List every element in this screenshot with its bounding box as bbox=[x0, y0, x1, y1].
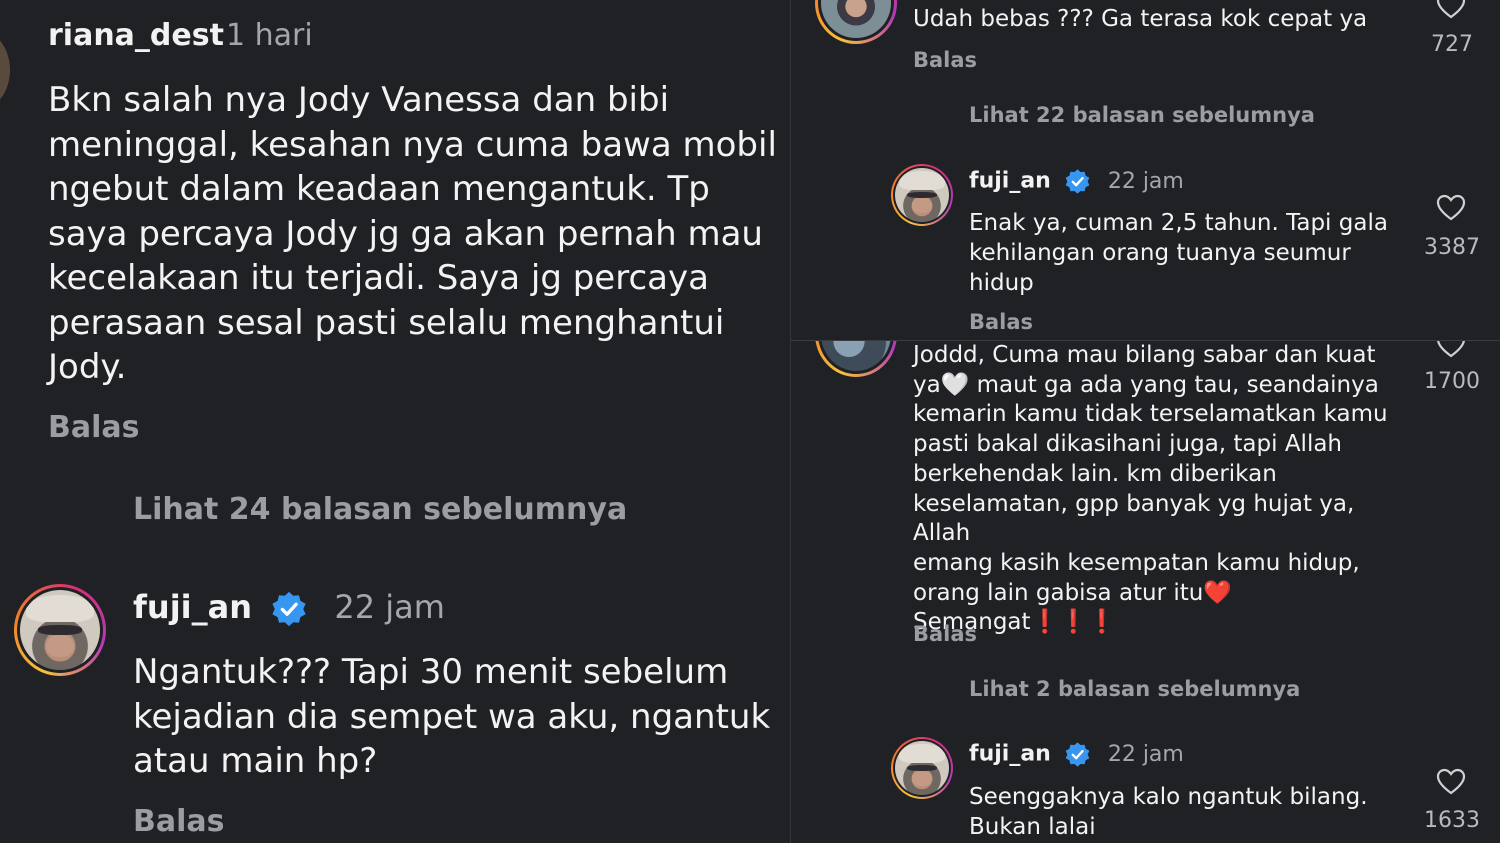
reply-timestamp: 22 jam bbox=[334, 588, 445, 626]
verified-badge-icon bbox=[1065, 169, 1090, 194]
reply-text: Ngantuk??? Tapi 30 menit sebelum kejadia… bbox=[133, 652, 771, 781]
comment-username[interactable]: riana_dest bbox=[48, 18, 224, 53]
reply-text: Enak ya, cuman 2,5 tahun. Tapi gala kehi… bbox=[969, 210, 1388, 296]
comment-text: Bkn salah nya Jody Vanessa dan bibi meni… bbox=[48, 80, 777, 387]
avatar-fuji-an[interactable] bbox=[891, 737, 953, 799]
heart-icon[interactable] bbox=[1436, 194, 1466, 222]
right-bottom-comment-panel: Joddd, Cuma mau bilang sabar dan kuat ya… bbox=[791, 341, 1500, 843]
comment-timestamp: 1 hari bbox=[226, 18, 313, 53]
verified-badge-icon bbox=[272, 591, 306, 627]
like-count: 727 bbox=[1431, 32, 1473, 57]
avatar-commenter[interactable] bbox=[815, 341, 897, 377]
reply-header: fuji_an 22 jam bbox=[969, 741, 1184, 768]
verified-badge-icon bbox=[1065, 742, 1090, 767]
left-comment-panel: riana_dest 1 hari Bkn salah nya Jody Van… bbox=[0, 0, 790, 843]
avatar-fuji-an[interactable] bbox=[891, 164, 953, 226]
comment-text: Joddd, Cuma mau bilang sabar dan kuat ya… bbox=[913, 342, 1388, 636]
reply-username[interactable]: fuji_an bbox=[969, 742, 1051, 767]
right-top-comment-panel: Udah bebas ??? Ga terasa kok cepat ya 72… bbox=[791, 0, 1500, 340]
reply-text: Seenggaknya kalo ngantuk bilang. Bukan l… bbox=[969, 784, 1368, 840]
reply-header: fuji_an 22 jam bbox=[133, 588, 445, 628]
avatar-riana-dest[interactable] bbox=[0, 30, 10, 110]
reply-timestamp: 22 jam bbox=[1107, 741, 1184, 767]
heart-icon[interactable] bbox=[1436, 341, 1466, 359]
reply-username[interactable]: fuji_an bbox=[969, 169, 1051, 194]
like-count: 1700 bbox=[1424, 369, 1480, 394]
reply-button[interactable]: Balas bbox=[913, 48, 977, 72]
reply-username[interactable]: fuji_an bbox=[133, 588, 252, 626]
avatar-fuji-an[interactable] bbox=[14, 584, 106, 676]
reply-button[interactable]: Balas bbox=[133, 804, 225, 839]
reply-button[interactable]: Balas bbox=[969, 310, 1033, 334]
view-previous-replies-link[interactable]: Lihat 22 balasan sebelumnya bbox=[969, 103, 1315, 127]
view-previous-replies-link[interactable]: Lihat 2 balasan sebelumnya bbox=[969, 677, 1300, 701]
view-previous-replies-link[interactable]: Lihat 24 balasan sebelumnya bbox=[133, 492, 627, 527]
reply-button[interactable]: Balas bbox=[48, 410, 140, 445]
avatar-commenter[interactable] bbox=[815, 0, 897, 44]
comment-text: Udah bebas ??? Ga terasa kok cepat ya bbox=[913, 6, 1368, 32]
heart-icon[interactable] bbox=[1436, 0, 1466, 20]
reply-timestamp: 22 jam bbox=[1107, 168, 1184, 194]
heart-icon[interactable] bbox=[1436, 768, 1466, 796]
like-count: 3387 bbox=[1424, 235, 1480, 260]
reply-button[interactable]: Balas bbox=[913, 622, 977, 646]
like-count: 1633 bbox=[1424, 808, 1480, 833]
reply-header: fuji_an 22 jam bbox=[969, 168, 1184, 195]
